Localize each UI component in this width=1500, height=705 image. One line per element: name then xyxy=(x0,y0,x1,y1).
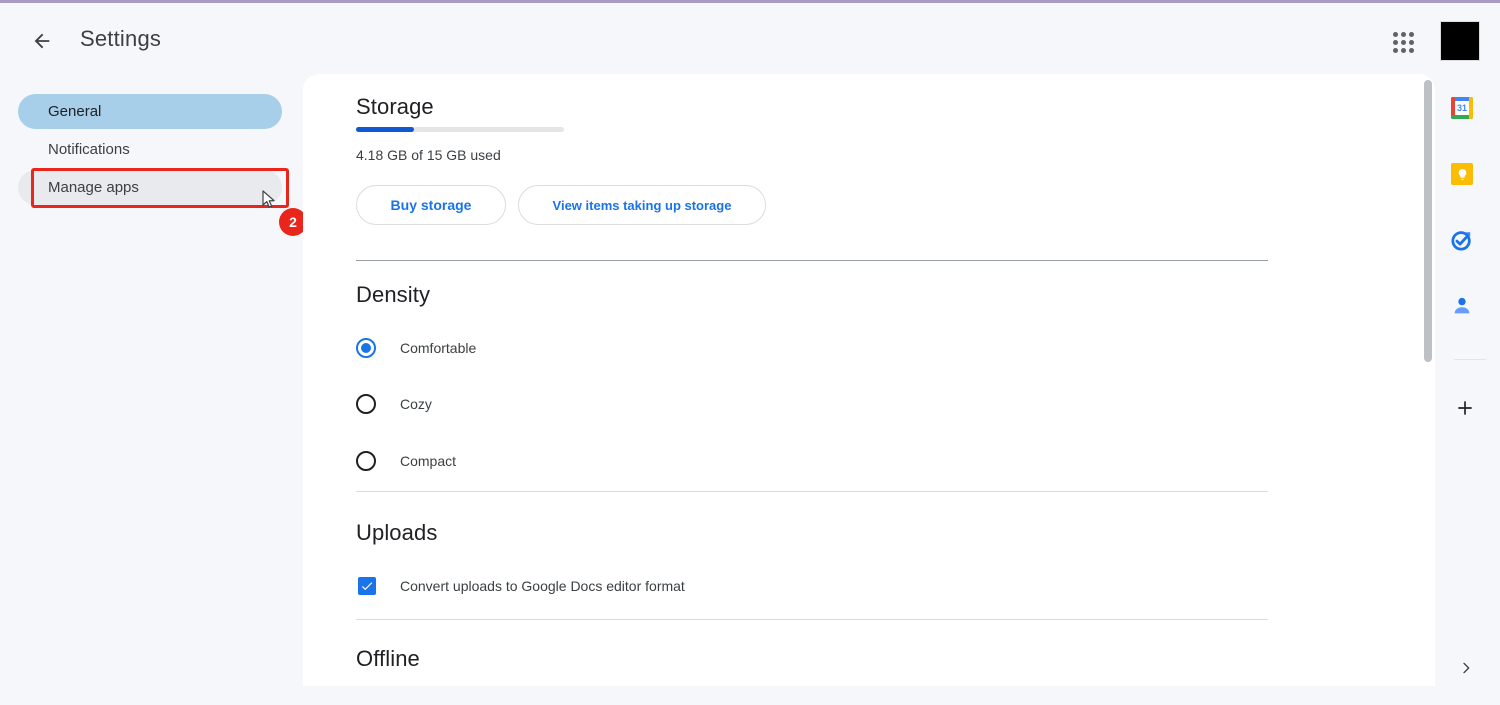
sidebar-item-general[interactable]: General xyxy=(18,94,282,129)
settings-sidebar: General Notifications Manage apps xyxy=(0,74,303,705)
convert-uploads-label: Convert uploads to Google Docs editor fo… xyxy=(400,578,685,594)
radio-unselected-icon xyxy=(356,394,376,414)
buy-storage-button[interactable]: Buy storage xyxy=(356,185,506,225)
density-option-comfortable[interactable]: Comfortable xyxy=(356,338,476,358)
content-scrollbar-thumb[interactable] xyxy=(1424,80,1432,362)
side-panel-rail: 31 xyxy=(1440,74,1500,705)
apps-grid-icon[interactable] xyxy=(1391,30,1415,54)
density-option-compact[interactable]: Compact xyxy=(356,451,456,471)
radio-unselected-icon xyxy=(356,451,376,471)
divider-storage xyxy=(356,260,1268,261)
calendar-day-number: 31 xyxy=(1455,101,1469,115)
settings-content-card: Storage 4.18 GB of 15 GB used Buy storag… xyxy=(303,74,1435,686)
density-option-label: Compact xyxy=(400,453,457,469)
back-button[interactable] xyxy=(26,25,58,57)
convert-uploads-checkbox-row[interactable]: Convert uploads to Google Docs editor fo… xyxy=(358,577,685,595)
storage-actions: Buy storage View items taking up storage xyxy=(356,185,766,225)
mouse-pointer-icon xyxy=(262,190,278,215)
view-items-storage-button[interactable]: View items taking up storage xyxy=(518,185,766,225)
density-option-label: Cozy xyxy=(400,396,432,412)
settings-page: Settings General Notifications Manage ap… xyxy=(0,0,1500,705)
google-tasks-icon[interactable] xyxy=(1451,229,1473,251)
density-option-label: Comfortable xyxy=(400,340,477,356)
uploads-section-title: Uploads xyxy=(356,520,438,545)
storage-progress-fill xyxy=(356,127,415,132)
chevron-right-icon[interactable] xyxy=(1458,660,1474,681)
sidebar-item-manage-apps[interactable]: Manage apps xyxy=(18,170,282,205)
google-contacts-icon[interactable] xyxy=(1451,295,1473,317)
storage-usage-text: 4.18 GB of 15 GB used xyxy=(356,147,501,163)
offline-section-title: Offline xyxy=(356,646,420,671)
rail-divider xyxy=(1454,359,1486,360)
storage-progress-bar xyxy=(356,127,564,132)
divider-uploads xyxy=(356,619,1268,620)
app-header: Settings xyxy=(0,3,1500,74)
density-option-cozy[interactable]: Cozy xyxy=(356,394,432,414)
avatar[interactable] xyxy=(1440,21,1480,61)
google-keep-icon[interactable] xyxy=(1451,163,1473,185)
plus-icon[interactable] xyxy=(1453,396,1477,420)
page-title: Settings xyxy=(80,26,162,51)
sidebar-item-label: General xyxy=(48,103,102,120)
sidebar-item-label: Manage apps xyxy=(48,179,139,196)
divider-density xyxy=(356,491,1268,492)
storage-section-title: Storage xyxy=(356,94,434,119)
radio-selected-icon xyxy=(356,338,376,358)
checkbox-checked-icon xyxy=(358,577,376,595)
google-calendar-icon[interactable]: 31 xyxy=(1451,97,1473,119)
density-section-title: Density xyxy=(356,282,431,307)
sidebar-item-label: Notifications xyxy=(48,141,130,158)
arrow-left-icon xyxy=(34,33,50,49)
sidebar-item-notifications[interactable]: Notifications xyxy=(18,132,282,167)
